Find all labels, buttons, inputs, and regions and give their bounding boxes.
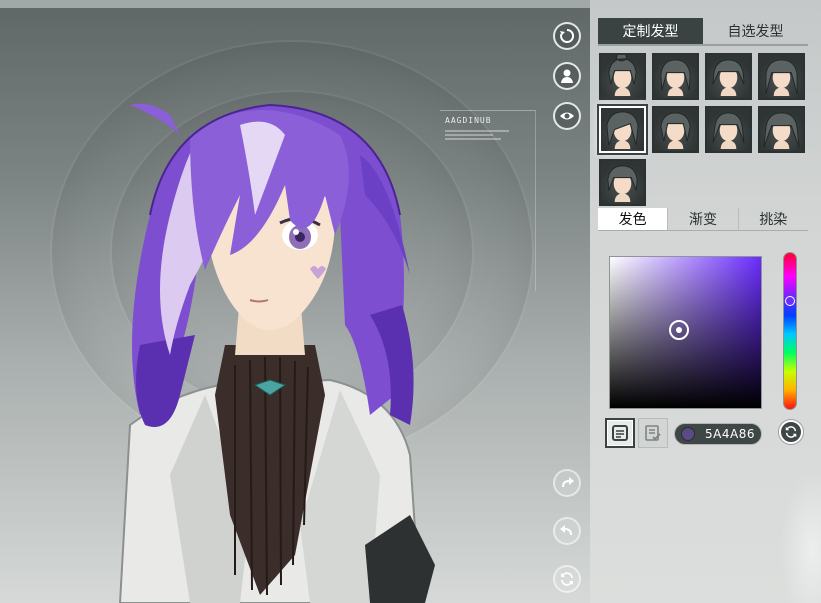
rotate-icon: [560, 28, 575, 43]
reset-color-button[interactable]: [779, 420, 803, 444]
color-mode-tabs: 发色 渐变 挑染: [598, 208, 808, 231]
hairstyle-thumbnail-icon: [712, 59, 745, 97]
customization-panel: 定制发型 自选发型 发色 渐变 挑染 5A4A86: [590, 0, 821, 603]
hairstyle-thumbnail-icon: [606, 111, 639, 150]
hue-slider-handle[interactable]: [785, 295, 795, 306]
hud-decoration: [445, 128, 525, 142]
refresh-icon: [785, 426, 797, 438]
color-preset-list-button[interactable]: [605, 418, 635, 448]
hairstyle-option-2[interactable]: [652, 53, 699, 100]
checklist-icon: [645, 425, 661, 441]
hairstyle-option-6[interactable]: [652, 106, 699, 153]
tab-highlights[interactable]: 挑染: [739, 208, 808, 230]
current-color-swatch: [681, 427, 695, 441]
tab-hair-color[interactable]: 发色: [598, 208, 668, 230]
refresh-icon: [561, 572, 573, 586]
hex-color-field[interactable]: 5A4A86: [674, 423, 762, 445]
character-bust-icon: [561, 69, 573, 83]
tab-gradient[interactable]: 渐变: [667, 208, 739, 230]
list-icon: [612, 425, 628, 441]
top-strip: [0, 0, 590, 8]
hairstyle-thumbnail-icon: [660, 59, 691, 97]
tab-custom-hairstyle[interactable]: 定制发型: [598, 18, 703, 44]
eye-icon: [560, 112, 574, 120]
hairstyle-thumbnail-icon: [765, 59, 798, 97]
hue-slider[interactable]: [783, 252, 797, 410]
hud-label: AAGDINUB: [445, 116, 492, 125]
tab-preset-hairstyle[interactable]: 自选发型: [703, 18, 808, 44]
hairstyle-thumbnail-icon: [660, 112, 691, 150]
preview-toggle-button[interactable]: [553, 102, 581, 130]
camera-mode-button[interactable]: [553, 62, 581, 90]
redo-button[interactable]: [553, 469, 581, 497]
panel-decoration: [780, 470, 821, 603]
hairstyle-thumbnail-icon: [712, 112, 745, 150]
hairstyle-tabs: 定制发型 自选发型: [598, 18, 808, 46]
hairstyle-grid: [599, 53, 809, 206]
reset-view-button[interactable]: [553, 565, 581, 593]
character-model: [118, 103, 435, 603]
hairstyle-option-8[interactable]: [758, 106, 805, 153]
hairstyle-option-5[interactable]: [599, 106, 646, 153]
hairstyle-option-4[interactable]: [758, 53, 805, 100]
character-viewport[interactable]: AAGDINUB: [0, 0, 590, 603]
redo-icon: [562, 477, 574, 487]
hairstyle-option-3[interactable]: [705, 53, 752, 100]
save-color-button[interactable]: [638, 418, 668, 448]
hairstyle-option-1[interactable]: [599, 53, 646, 100]
undo-button[interactable]: [553, 517, 581, 545]
hairstyle-thumbnail-icon: [607, 165, 638, 203]
hairstyle-option-7[interactable]: [705, 106, 752, 153]
hairstyle-thumbnail-icon: [763, 112, 800, 150]
hex-color-value: 5A4A86: [705, 427, 755, 441]
hairstyle-option-9[interactable]: [599, 159, 646, 206]
rotate-view-button[interactable]: [553, 22, 581, 50]
undo-icon: [560, 525, 572, 535]
saturation-brightness-picker[interactable]: [609, 256, 762, 409]
hairstyle-thumbnail-icon: [608, 55, 637, 97]
